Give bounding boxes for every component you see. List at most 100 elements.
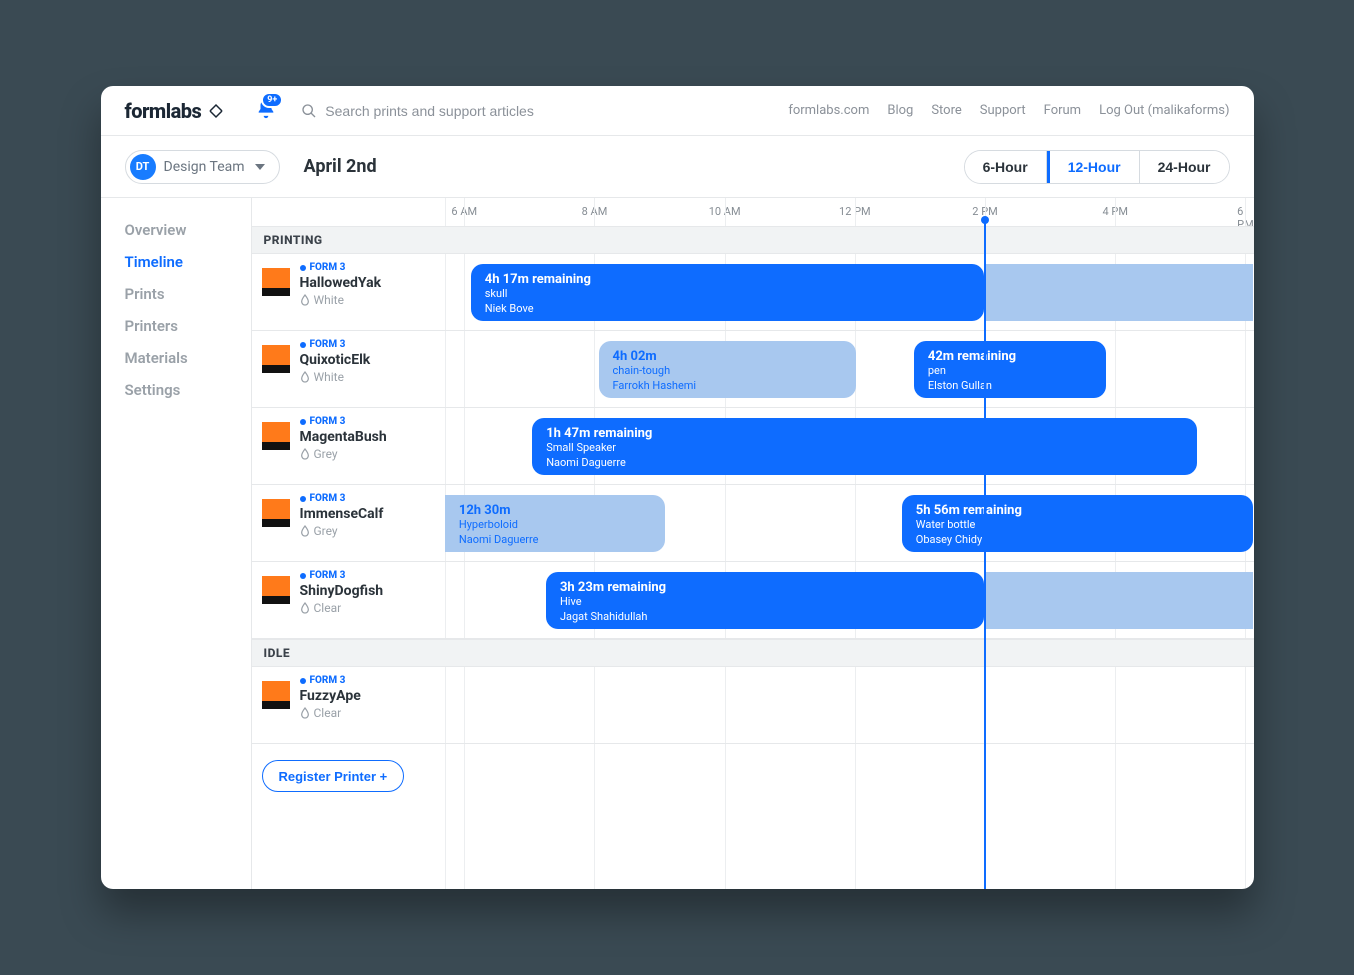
print-bar-title: 4h 17m remaining: [485, 272, 970, 287]
subbar: DT Design Team April 2nd 6-Hour 12-Hour …: [101, 136, 1254, 198]
print-bar[interactable]: 3h 23m remaining Hive Jagat Shahidullah: [546, 572, 984, 629]
print-bar[interactable]: 1h 47m remaining Small Speaker Naomi Dag…: [532, 418, 1197, 475]
print-bar-title: 1h 47m remaining: [546, 426, 1183, 441]
team-name: Design Team: [164, 159, 245, 175]
drop-icon: [300, 294, 310, 306]
search-icon: [301, 103, 317, 119]
date-label: April 2nd: [304, 156, 964, 177]
team-selector[interactable]: DT Design Team: [125, 150, 280, 184]
print-bar-file: pen: [928, 364, 1092, 379]
printer-icon: [262, 681, 290, 709]
print-bar-file: Hive: [560, 595, 970, 610]
drop-icon: [300, 371, 310, 383]
print-bar-file: skull: [485, 287, 970, 302]
print-bar-file: Water bottle: [916, 518, 1240, 533]
printer-material: Clear: [300, 706, 361, 720]
print-bar-continuation: [984, 264, 1253, 321]
logo-mark-icon: [207, 102, 225, 120]
print-bar-user: Niek Bove: [485, 302, 970, 317]
timeline-canvas: 6 AM8 AM10 AM12 PM2 PM4 PM6 PMPRINTING ID…: [252, 198, 1254, 889]
printer-name: HallowedYak: [300, 275, 382, 291]
topbar: formlabs 9+ formlabs.com Blog Store Supp…: [101, 86, 1254, 136]
register-printer-button[interactable]: Register Printer +: [262, 760, 405, 792]
printer-material: Grey: [300, 447, 387, 461]
sidebar: Overview Timeline Prints Printers Materi…: [101, 198, 251, 889]
print-bar[interactable]: 42m remaining pen Elston Gullan: [914, 341, 1106, 398]
print-bar[interactable]: 5h 56m remaining Water bottle Obasey Chi…: [902, 495, 1254, 552]
drop-icon: [300, 525, 310, 537]
printer-icon: [262, 345, 290, 373]
nav-logout[interactable]: Log Out (malikaforms): [1099, 103, 1229, 118]
printer-name: MagentaBush: [300, 429, 387, 445]
search-input[interactable]: [325, 103, 585, 119]
printer-name: QuixoticElk: [300, 352, 371, 368]
printer-icon: [262, 268, 290, 296]
search: [301, 103, 788, 119]
printer-info[interactable]: FORM 3 ImmenseCalf Grey: [252, 485, 412, 561]
section-header: IDLE: [252, 639, 1254, 667]
print-bar[interactable]: 4h 17m remaining skull Niek Bove: [471, 264, 984, 321]
sidebar-item-settings[interactable]: Settings: [125, 374, 251, 406]
printer-info[interactable]: FORM 3 FuzzyApe Clear: [252, 667, 412, 743]
printer-model: FORM 3: [300, 493, 384, 504]
printer-model: FORM 3: [300, 416, 387, 427]
print-bar[interactable]: 4h 02m chain-tough Farrokh Hashemi: [599, 341, 856, 398]
printer-name: ImmenseCalf: [300, 506, 384, 522]
nav-forum[interactable]: Forum: [1044, 103, 1081, 118]
print-bar-user: Naomi Daguerre: [546, 456, 1183, 471]
printer-material: White: [300, 370, 371, 384]
logo[interactable]: formlabs: [125, 99, 226, 123]
sidebar-item-timeline[interactable]: Timeline: [125, 246, 251, 278]
printer-info[interactable]: FORM 3 MagentaBush Grey: [252, 408, 412, 484]
sidebar-item-prints[interactable]: Prints: [125, 278, 251, 310]
nav-store[interactable]: Store: [931, 103, 961, 118]
printer-icon: [262, 499, 290, 527]
print-bar-user: Jagat Shahidullah: [560, 610, 970, 625]
print-bar-user: Elston Gullan: [928, 379, 1092, 394]
time-axis: 6 AM8 AM10 AM12 PM2 PM4 PM6 PM: [252, 198, 1254, 226]
section-header: PRINTING: [252, 226, 1254, 254]
top-nav: formlabs.com Blog Store Support Forum Lo…: [788, 103, 1229, 118]
drop-icon: [300, 448, 310, 460]
print-bar-title: 42m remaining: [928, 349, 1092, 364]
range-24h[interactable]: 24-Hour: [1140, 151, 1229, 183]
print-bar-file: Hyperboloid: [459, 518, 651, 533]
printer-model: FORM 3: [300, 262, 382, 273]
drop-icon: [300, 707, 310, 719]
printer-name: FuzzyApe: [300, 688, 361, 704]
printer-material: Clear: [300, 601, 384, 615]
printer-name: ShinyDogfish: [300, 583, 384, 599]
nav-blog[interactable]: Blog: [887, 103, 913, 118]
print-bar[interactable]: 12h 30m Hyperboloid Naomi Daguerre: [445, 495, 665, 552]
timeline-panel: 6 AM8 AM10 AM12 PM2 PM4 PM6 PMPRINTING ID…: [251, 198, 1254, 889]
printer-material: White: [300, 293, 382, 307]
print-bar-file: chain-tough: [613, 364, 842, 379]
nav-formlabs[interactable]: formlabs.com: [788, 103, 869, 118]
printer-model: FORM 3: [300, 675, 361, 686]
print-bar-user: Obasey Chidy: [916, 533, 1240, 548]
printer-icon: [262, 422, 290, 450]
print-bar-title: 4h 02m: [613, 349, 842, 364]
print-bar-file: Small Speaker: [546, 441, 1183, 456]
notifications-badge: 9+: [261, 92, 283, 108]
print-bar-continuation: [984, 572, 1253, 629]
notifications-button[interactable]: 9+: [255, 98, 277, 124]
printer-info[interactable]: FORM 3 HallowedYak White: [252, 254, 412, 330]
printer-info[interactable]: FORM 3 QuixoticElk White: [252, 331, 412, 407]
printer-info[interactable]: FORM 3 ShinyDogfish Clear: [252, 562, 412, 638]
sidebar-item-overview[interactable]: Overview: [125, 214, 251, 246]
content: Overview Timeline Prints Printers Materi…: [101, 198, 1254, 889]
sidebar-item-printers[interactable]: Printers: [125, 310, 251, 342]
sidebar-item-materials[interactable]: Materials: [125, 342, 251, 374]
printer-row: FORM 3 FuzzyApe Clear: [252, 667, 1254, 744]
nav-support[interactable]: Support: [980, 103, 1026, 118]
printer-material: Grey: [300, 524, 384, 538]
app-window: formlabs 9+ formlabs.com Blog Store Supp…: [101, 86, 1254, 889]
print-bar-user: Naomi Daguerre: [459, 533, 651, 548]
range-6h[interactable]: 6-Hour: [965, 151, 1047, 183]
printer-model: FORM 3: [300, 339, 371, 350]
printer-icon: [262, 576, 290, 604]
now-indicator: [984, 220, 986, 889]
range-12h[interactable]: 12-Hour: [1047, 151, 1140, 183]
print-bar-title: 12h 30m: [459, 503, 651, 518]
